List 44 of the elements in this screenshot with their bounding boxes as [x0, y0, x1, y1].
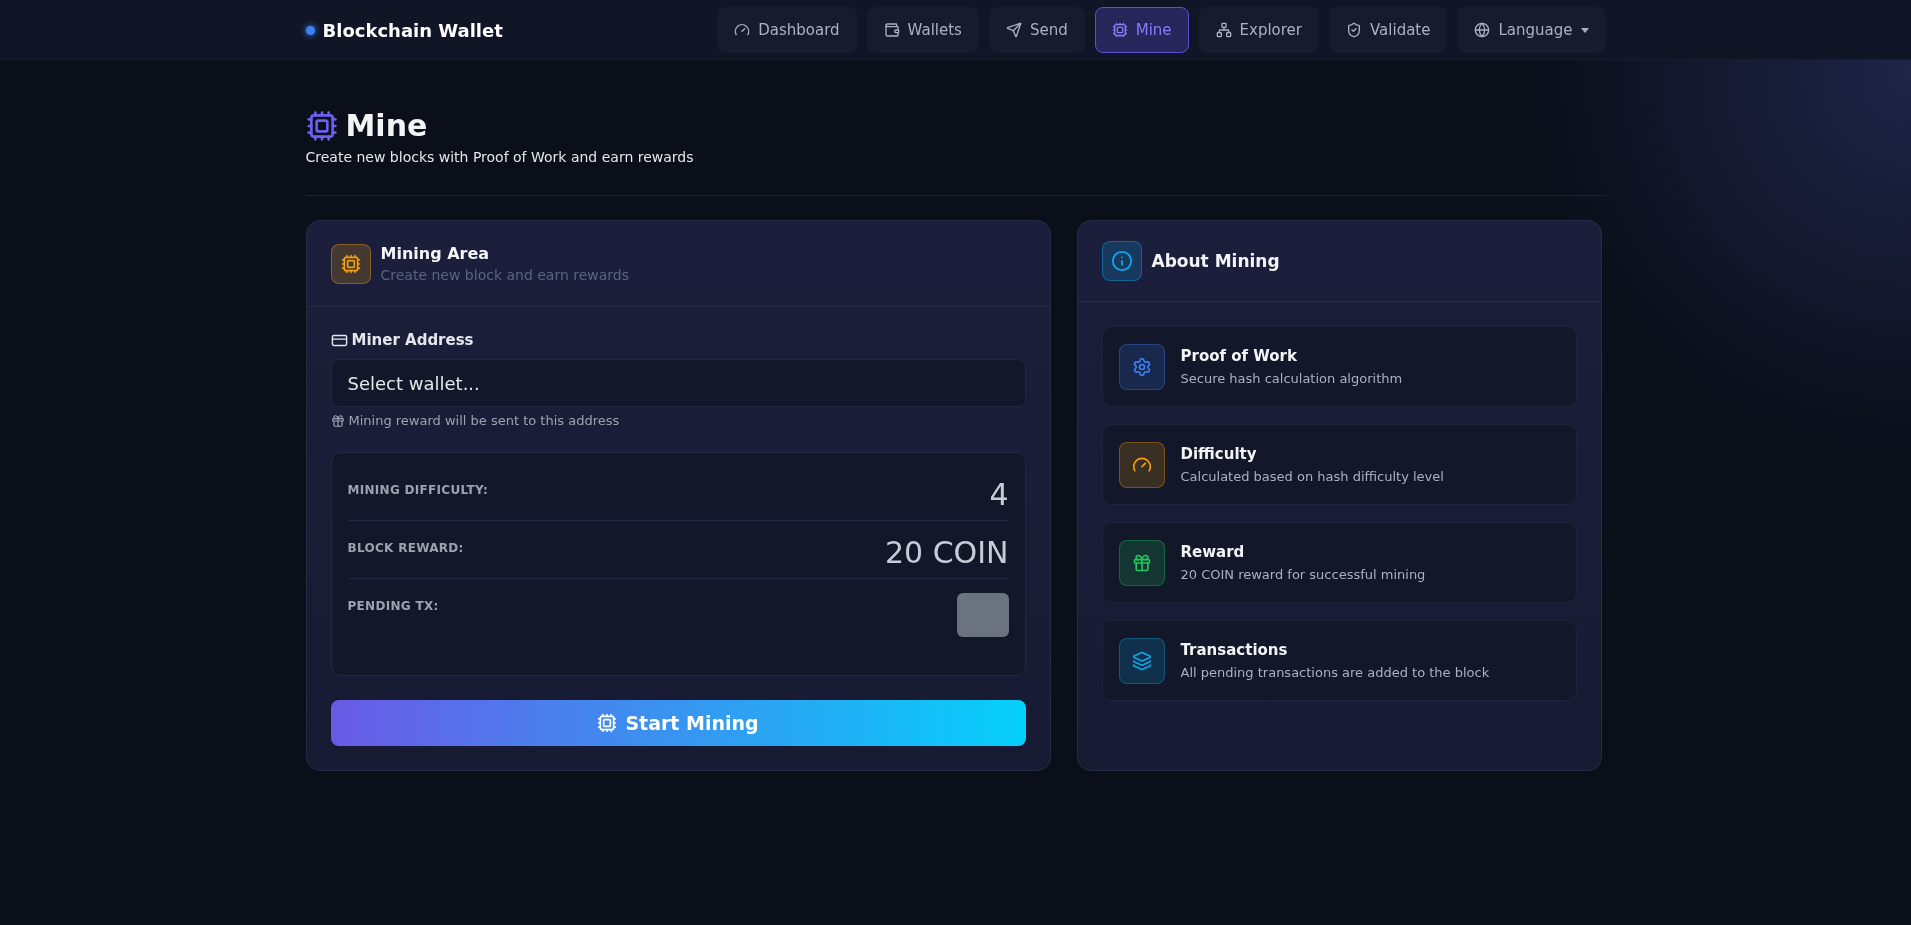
- card-title: Mining Area: [380, 244, 491, 263]
- chip-icon: [305, 109, 338, 142]
- stat-label: BLOCK REWARD:: [347, 541, 464, 555]
- item-text: All pending transactions are added to the block: [1180, 665, 1490, 680]
- chip-icon: [330, 243, 371, 284]
- nav-link[interactable]: Send: [988, 7, 1085, 53]
- chip-icon: [597, 713, 618, 733]
- item-title: Difficulty: [1180, 445, 1258, 463]
- shield-icon: [1346, 22, 1362, 38]
- card-title: About Mining: [1151, 251, 1280, 271]
- info-icon: [1101, 241, 1142, 281]
- item-text: Secure hash calculation algorithm: [1180, 371, 1403, 386]
- item-title: Reward: [1180, 543, 1246, 561]
- stat-label: PENDING TX:: [347, 599, 439, 613]
- stat-label: MINING DIFFICULTY:: [347, 483, 488, 497]
- nav-link[interactable]: Explorer: [1198, 7, 1319, 53]
- item-text: Calculated based on hash difficulty level: [1180, 469, 1444, 484]
- item-title: Proof of Work: [1180, 347, 1298, 365]
- pending-badge: [956, 593, 1009, 637]
- stat-value: 4: [989, 477, 1009, 512]
- nav-link[interactable]: Validate: [1329, 7, 1448, 53]
- network-icon: [1215, 22, 1232, 38]
- status-dot: [305, 25, 315, 35]
- page-title: Mine: [345, 108, 428, 143]
- nav-link[interactable]: Wallets: [866, 7, 979, 53]
- nav-link[interactable]: Mine: [1094, 7, 1189, 53]
- globe-icon: [1474, 22, 1491, 38]
- nav-link[interactable]: Dashboard: [717, 7, 857, 53]
- wallet-select[interactable]: Select wallet...: [330, 359, 1026, 407]
- item-text: 20 COIN reward for successful mining: [1180, 567, 1426, 582]
- field-label: Miner Address: [351, 331, 474, 349]
- item-title: Transactions: [1180, 641, 1289, 659]
- gauge-icon: [734, 22, 751, 38]
- field-hint: Mining reward will be sent to this address: [348, 413, 620, 428]
- page-subtitle: Create new blocks with Proof of Work and earn rewards: [305, 149, 695, 165]
- stat-value: 20 COIN: [884, 535, 1009, 570]
- card-subtitle: Create new block and earn rewards: [380, 267, 630, 283]
- chip-icon: [1111, 22, 1128, 38]
- caret-icon: [1580, 27, 1589, 33]
- gift-icon: [330, 413, 345, 428]
- wallet-icon: [883, 22, 900, 38]
- brand-name: Blockchain Wallet: [322, 19, 503, 41]
- send-icon: [1005, 22, 1022, 38]
- language-dropdown[interactable]: Language: [1457, 7, 1606, 53]
